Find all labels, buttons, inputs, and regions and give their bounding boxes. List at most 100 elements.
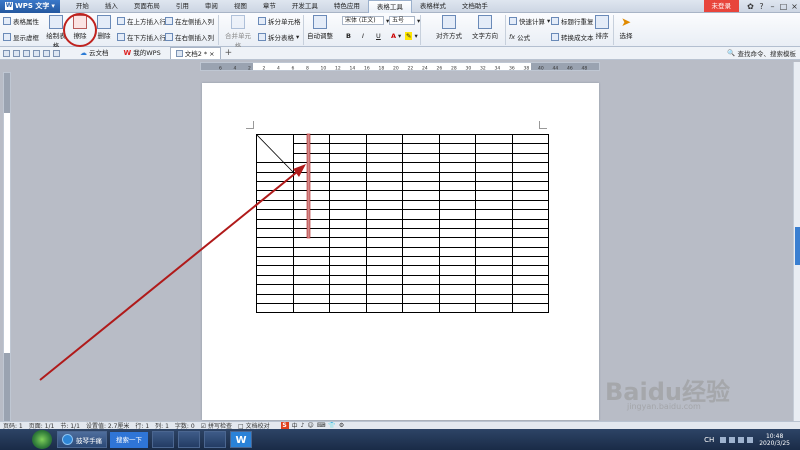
table-cell[interactable] [292,237,330,248]
table-cell[interactable] [511,246,549,258]
table-cell[interactable] [475,265,513,276]
tab-cloud-docs[interactable]: ☁ 云文档 [74,47,115,59]
insert-below-button[interactable]: 在下方插入行 [117,32,166,42]
menu-tab[interactable]: 引用 [168,0,197,13]
table-cell[interactable] [365,293,403,305]
menu-tab[interactable]: 视图 [226,0,255,13]
table-cell[interactable] [292,171,330,182]
baidu-search-button[interactable]: 搜索一下 [110,431,148,448]
table-cell[interactable] [365,256,403,267]
table-cell[interactable] [475,293,513,305]
table-cell[interactable] [438,227,476,239]
table-cell[interactable] [402,284,440,295]
table-cell[interactable] [365,180,403,192]
table-cell[interactable] [402,180,440,192]
table-cell[interactable] [475,256,513,267]
login-button[interactable]: 未登录 [703,0,739,12]
document-page[interactable] [202,83,599,420]
table-cell[interactable] [292,133,330,145]
table-cell[interactable] [365,237,403,248]
skin-icon[interactable]: ✿ [745,1,756,12]
table-cell[interactable] [365,246,403,258]
table-cell[interactable] [329,143,367,154]
table-cell[interactable] [511,303,549,314]
menu-tab[interactable]: 开发工具 [284,0,326,13]
table-cell[interactable] [438,152,476,164]
table-cell[interactable] [329,171,367,182]
table-cell[interactable] [511,152,549,164]
table-cell[interactable] [256,293,294,305]
table-cell[interactable] [329,199,367,211]
table-cell[interactable] [329,152,367,164]
table-cell[interactable] [475,218,513,229]
table-cell[interactable] [402,209,440,220]
table-cell[interactable] [511,209,549,220]
table-cell[interactable] [438,190,476,201]
delete-button[interactable]: 删除 [94,15,114,40]
table-cell[interactable] [365,199,403,211]
table-cell[interactable] [365,227,403,239]
table-cell[interactable] [402,265,440,276]
table-cell[interactable] [329,303,367,314]
table-cell[interactable] [475,171,513,182]
table-cell[interactable] [292,180,330,192]
folder-icon[interactable] [3,49,10,57]
table-cell[interactable] [329,190,367,201]
close-icon[interactable]: × [789,1,800,12]
taskbar-folder-icon[interactable] [178,431,200,448]
table-cell[interactable] [329,218,367,229]
tab-document[interactable]: 文档2 * × [169,47,221,59]
table-cell[interactable] [511,199,549,211]
table-cell[interactable] [511,171,549,182]
table-cell[interactable] [511,293,549,305]
table-cell[interactable] [511,180,549,192]
table-cell[interactable] [475,284,513,295]
table-cell[interactable] [329,246,367,258]
table-cell[interactable] [402,227,440,239]
menu-tab[interactable]: 文档助手 [454,0,496,13]
scroll-thumb[interactable] [795,227,800,265]
table-cell[interactable] [402,256,440,267]
ime-skin-icon[interactable]: 👕 [328,422,335,429]
table-cell[interactable] [365,190,403,201]
taskbar-window-item[interactable]: 鼓琴手痛 [57,431,107,448]
menu-tab[interactable]: 开始 [68,0,97,13]
table-cell[interactable] [256,303,294,314]
table-cell[interactable] [511,162,549,173]
table-cell[interactable] [365,284,403,295]
table-cell[interactable] [402,237,440,248]
flag-icon[interactable] [738,436,745,443]
table-cell[interactable] [438,199,476,211]
table-cell[interactable] [402,162,440,173]
table-cell[interactable] [329,237,367,248]
taskbar-app-icon[interactable] [152,431,174,448]
align-button[interactable]: 对齐方式 [432,15,466,40]
font-name-select[interactable]: 宋体 (正文) ▾ [342,16,389,25]
table-cell[interactable] [402,152,440,164]
ime-keyboard-icon[interactable]: ⌨ [317,422,326,429]
table-cell[interactable] [475,209,513,220]
table-cell[interactable] [511,218,549,229]
split-table-button[interactable]: 拆分表格 ▾ [258,32,299,42]
table-cell[interactable] [256,237,294,248]
table-cell[interactable] [292,265,330,276]
table-cell[interactable] [438,237,476,248]
table-cell[interactable] [365,274,403,286]
table-cell[interactable] [438,218,476,229]
horizontal-ruler[interactable]: 6 4 2 2 4 6 8 10 12 14 16 18 20 22 24 26 28 30 32 34 36 38 40 4… [200,62,600,71]
show-gridlines-button[interactable]: 显示虚框 [3,32,39,42]
table-cell[interactable] [256,256,294,267]
table-cell[interactable] [475,227,513,239]
table-cell[interactable] [438,162,476,173]
menu-tab[interactable]: 特色应用 [326,0,368,13]
table-cell[interactable] [511,284,549,295]
table-cell[interactable] [292,152,330,164]
table-cell[interactable] [256,265,294,276]
table-cell[interactable] [256,284,294,295]
convert-text-button[interactable]: 转换成文本 [551,32,594,42]
table-cell[interactable] [402,274,440,286]
highlight-button[interactable]: ✎ ▾ [405,32,418,40]
table-cell[interactable] [402,293,440,305]
clock[interactable]: 10:48 2020/3/25 [759,433,790,447]
table-cell[interactable] [365,152,403,164]
